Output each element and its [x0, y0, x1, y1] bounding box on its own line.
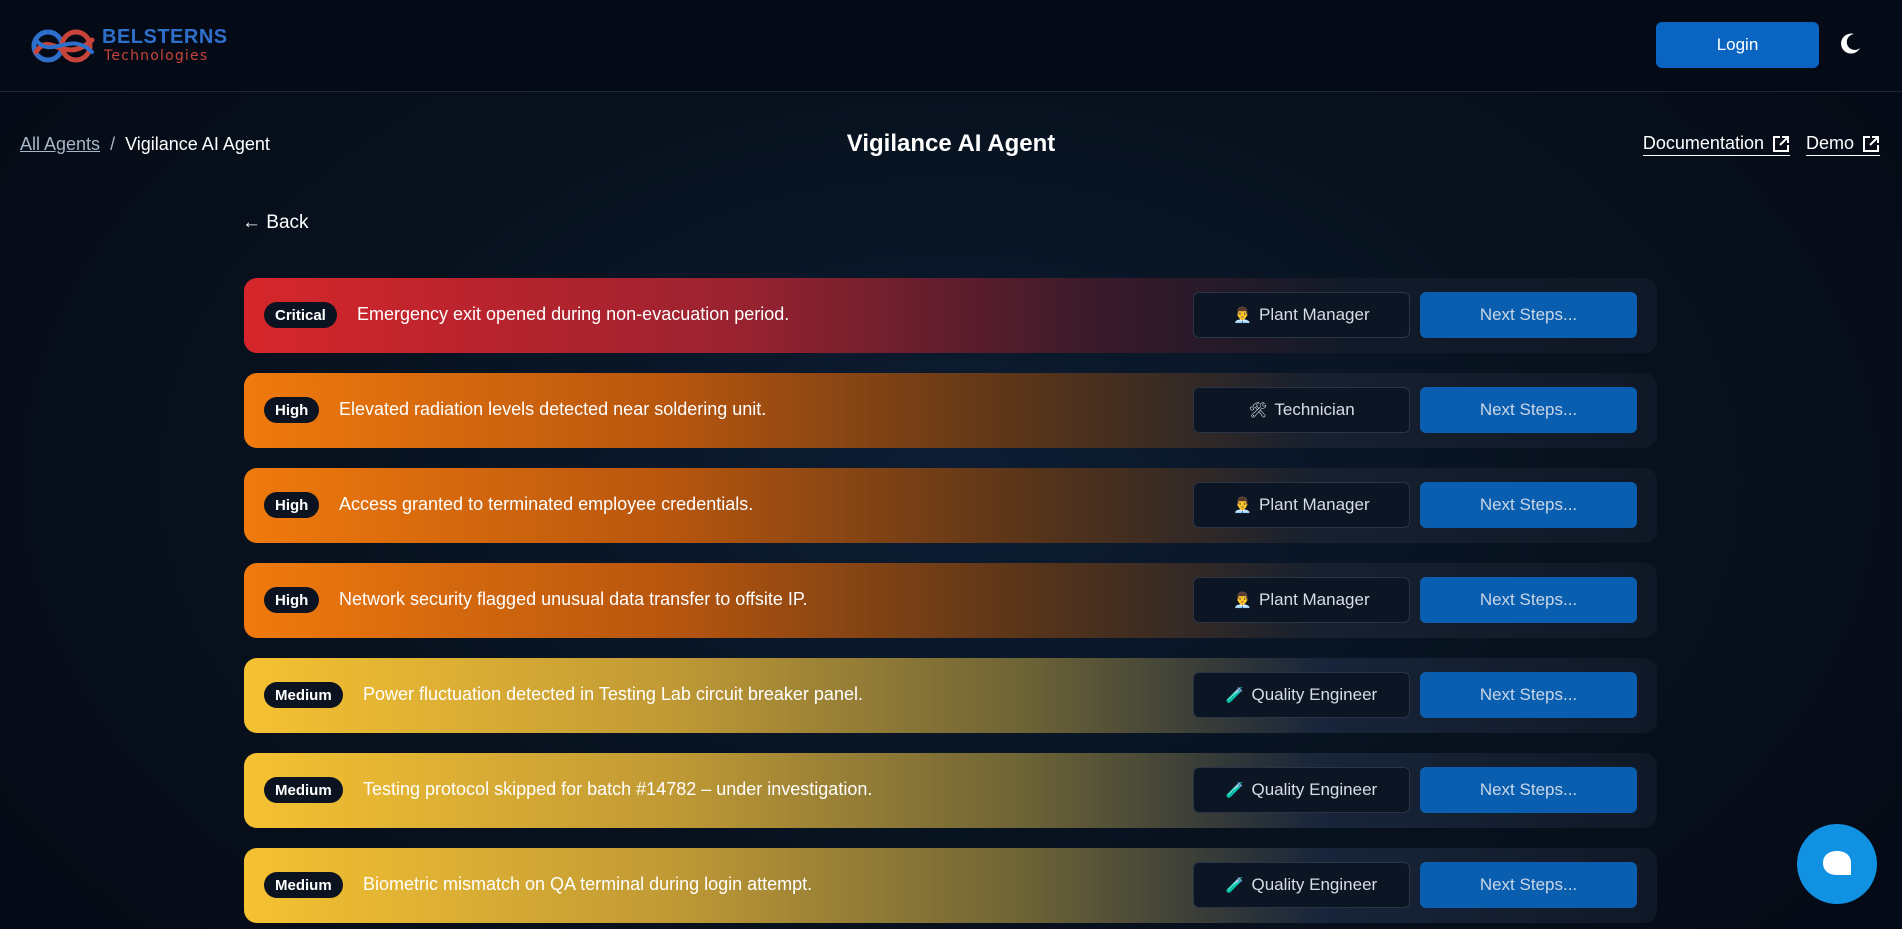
severity-badge: Medium: [264, 872, 343, 898]
alert-message: Biometric mismatch on QA terminal during…: [363, 874, 813, 894]
alert-row: Medium Power fluctuation detected in Tes…: [244, 658, 1657, 733]
chat-bubble-icon: [1823, 851, 1851, 875]
breadcrumb: All Agents / Vigilance AI Agent: [20, 134, 270, 155]
severity-badge: High: [264, 397, 320, 423]
severity-badge: Critical: [264, 302, 337, 328]
belsterns-logo[interactable]: BELSTERNS Technologies: [30, 24, 227, 68]
chat-button[interactable]: [1797, 824, 1877, 904]
alert-message: Power fluctuation detected in Testing La…: [363, 684, 863, 704]
role-label: Plant Manager: [1259, 305, 1370, 324]
alert-message: Access granted to terminated employee cr…: [339, 494, 754, 514]
next-steps-button[interactable]: Next Steps...: [1420, 577, 1637, 623]
test-tube-icon: 🧪: [1225, 877, 1245, 894]
role-label: Technician: [1274, 400, 1355, 419]
next-steps-button[interactable]: Next Steps...: [1420, 482, 1637, 528]
documentation-link[interactable]: Documentation: [1642, 133, 1790, 156]
next-steps-button[interactable]: Next Steps...: [1420, 387, 1637, 433]
role-button[interactable]: 👨‍💼 Plant Manager: [1193, 482, 1410, 528]
role-button[interactable]: 🧪 Quality Engineer: [1193, 672, 1410, 718]
logo-mark-icon: [31, 29, 95, 63]
role-button[interactable]: 🧪 Quality Engineer: [1193, 767, 1410, 813]
alert-message: Network security flagged unusual data tr…: [339, 589, 808, 609]
moon-icon: [1841, 33, 1860, 54]
alert-message: Testing protocol skipped for batch #1478…: [363, 779, 873, 799]
role-button[interactable]: 🛠 Technician: [1193, 387, 1410, 433]
test-tube-icon: 🧪: [1225, 782, 1245, 799]
severity-badge: High: [264, 587, 320, 613]
alert-row: Medium Biometric mismatch on QA terminal…: [244, 848, 1657, 923]
alert-row: Medium Testing protocol skipped for batc…: [244, 753, 1657, 828]
test-tube-icon: 🧪: [1225, 687, 1245, 704]
top-navigation-bar: BELSTERNS Technologies Login: [0, 0, 1902, 92]
role-label: Quality Engineer: [1251, 780, 1378, 799]
logo-wordmark: BELSTERNS: [102, 26, 228, 48]
severity-badge: Medium: [264, 682, 343, 708]
severity-badge: Medium: [264, 777, 343, 803]
external-link-icon: [1772, 135, 1789, 152]
external-links: Documentation Demo: [1642, 133, 1880, 156]
role-button[interactable]: 👨‍💼 Plant Manager: [1193, 577, 1410, 623]
tools-icon: 🛠: [1248, 402, 1268, 419]
external-link-icon: [1863, 135, 1879, 152]
manager-icon: 👨‍💼: [1233, 497, 1253, 514]
breadcrumb-separator: /: [110, 134, 116, 154]
breadcrumb-all-agents-link[interactable]: All Agents: [20, 134, 100, 155]
documentation-label: Documentation: [1642, 133, 1764, 153]
demo-label: Demo: [1805, 133, 1854, 153]
next-steps-button[interactable]: Next Steps...: [1420, 767, 1637, 813]
alert-row: High Network security flagged unusual da…: [244, 563, 1657, 638]
role-label: Quality Engineer: [1251, 685, 1378, 704]
page: BELSTERNS Technologies Login All Agents …: [0, 0, 1902, 929]
logo-tagline: Technologies: [104, 48, 209, 64]
alert-row: High Elevated radiation levels detected …: [244, 373, 1657, 448]
breadcrumb-current: Vigilance AI Agent: [125, 134, 270, 154]
severity-badge: High: [264, 492, 320, 518]
login-button[interactable]: Login: [1656, 22, 1819, 68]
role-button[interactable]: 🧪 Quality Engineer: [1193, 862, 1410, 908]
demo-link[interactable]: Demo: [1805, 133, 1880, 156]
theme-toggle-button[interactable]: [1836, 30, 1864, 58]
manager-icon: 👨‍💼: [1233, 307, 1253, 324]
role-button[interactable]: 👨‍💼 Plant Manager: [1193, 292, 1410, 338]
back-link[interactable]: ← Back: [242, 212, 309, 234]
role-label: Plant Manager: [1259, 590, 1370, 609]
alert-row: High Access granted to terminated employ…: [244, 468, 1657, 543]
manager-icon: 👨‍💼: [1233, 592, 1253, 609]
page-title-wrap: Vigilance AI Agent: [0, 130, 1902, 158]
page-title: Vigilance AI Agent: [846, 130, 1056, 157]
next-steps-button[interactable]: Next Steps...: [1420, 292, 1637, 338]
next-steps-button[interactable]: Next Steps...: [1420, 672, 1637, 718]
alert-list: Critical Emergency exit opened during no…: [244, 278, 1657, 929]
role-label: Plant Manager: [1259, 495, 1370, 514]
alert-row: Critical Emergency exit opened during no…: [244, 278, 1657, 353]
alert-message: Emergency exit opened during non-evacuat…: [357, 304, 790, 324]
alert-message: Elevated radiation levels detected near …: [339, 399, 767, 419]
role-label: Quality Engineer: [1251, 875, 1378, 894]
next-steps-button[interactable]: Next Steps...: [1420, 862, 1637, 908]
